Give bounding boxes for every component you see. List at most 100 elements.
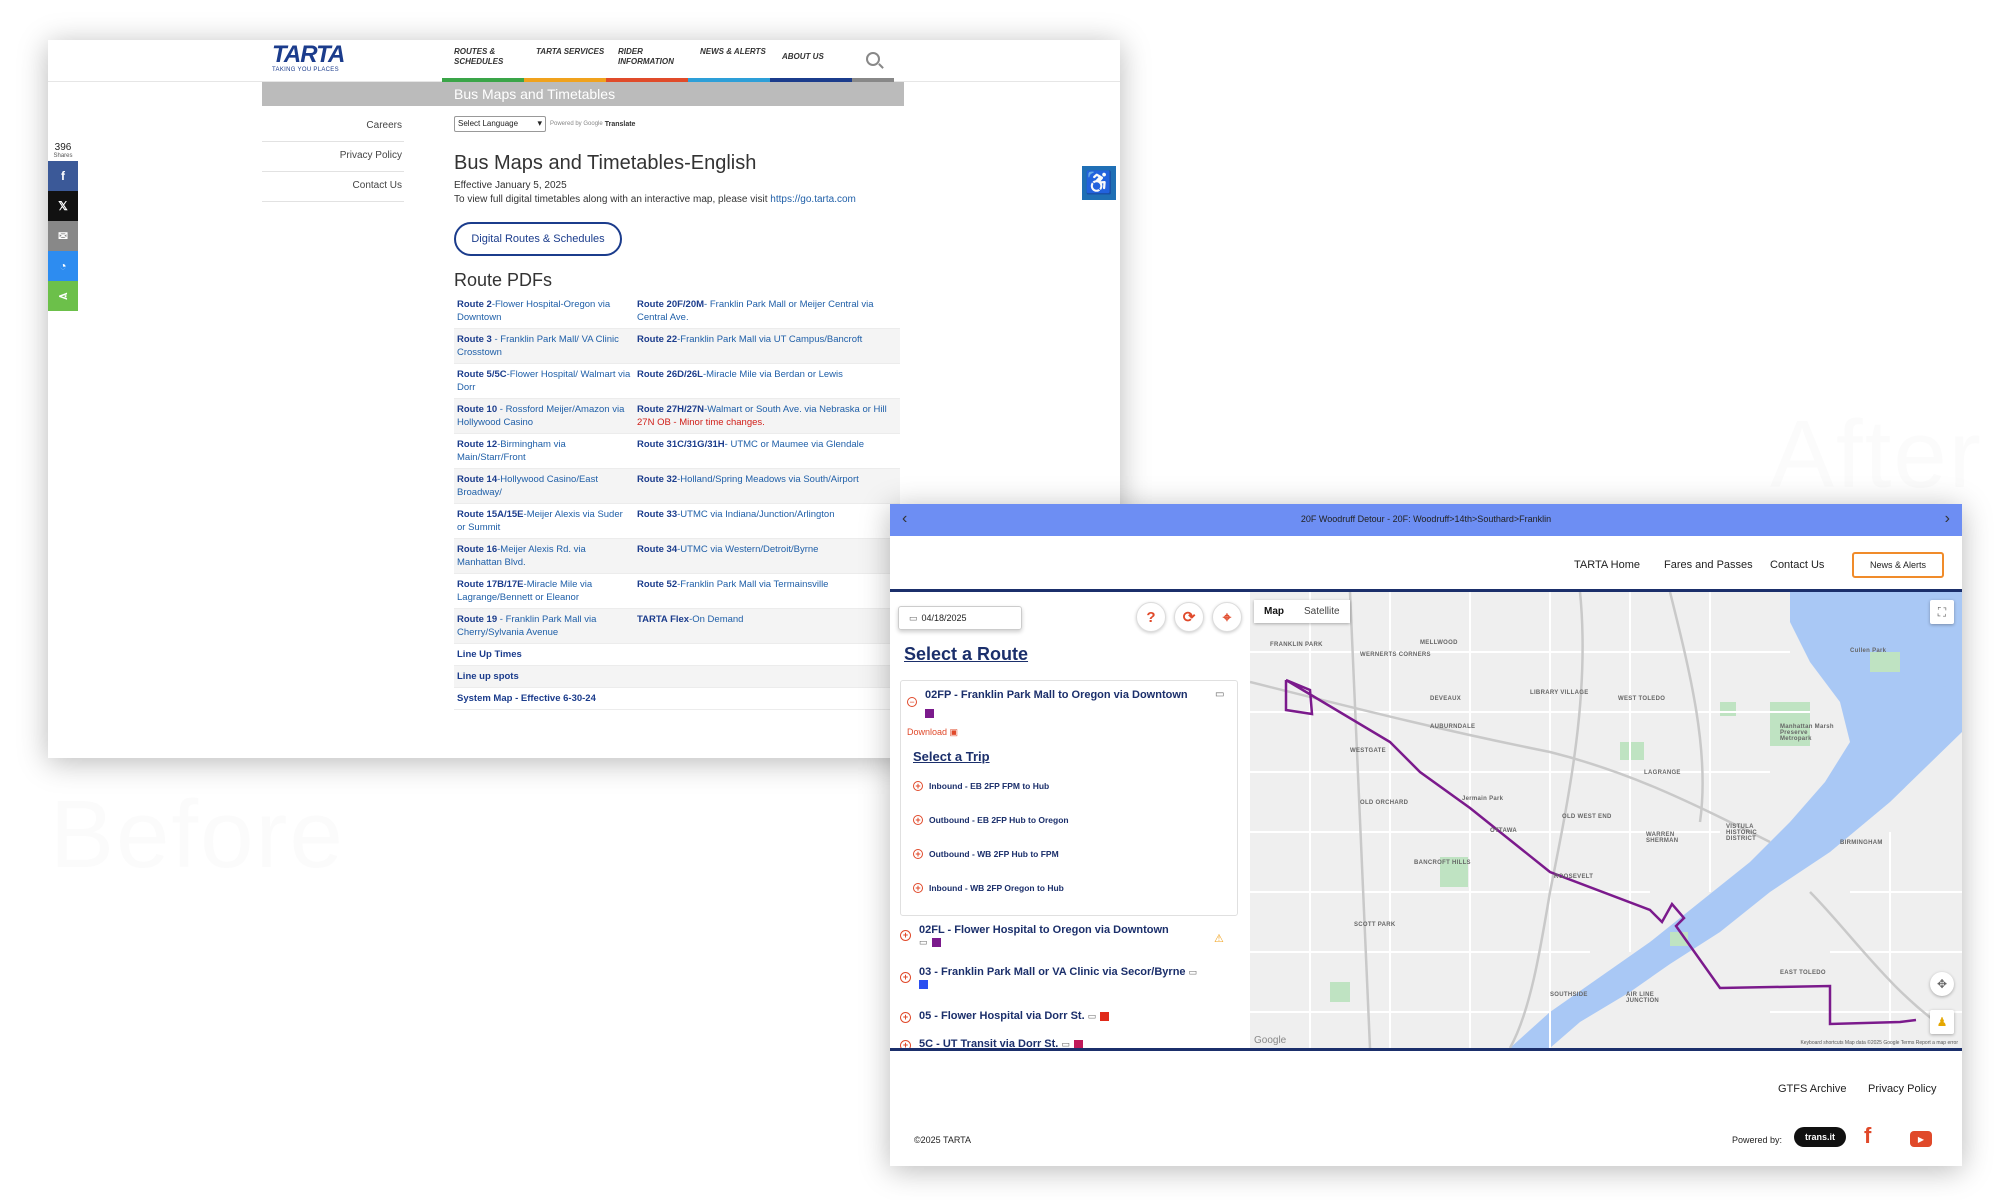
fullscreen-button[interactable]: ⛶: [1930, 600, 1954, 624]
trip-option[interactable]: + Outbound - EB 2FP Hub to Oregon: [913, 815, 1069, 825]
nav-tarta-services[interactable]: TARTA SERVICES: [524, 40, 606, 82]
route-name[interactable]: 02FP - Franklin Park Mall to Oregon via …: [925, 689, 1188, 701]
route-link[interactable]: Route 14-Hollywood Casino/East Broadway/: [454, 469, 634, 503]
street-view-button[interactable]: ♟: [1930, 1010, 1954, 1034]
after-footer: GTFS Archive Privacy Policy ©2025 TARTA …: [890, 1048, 1962, 1166]
route-list-item[interactable]: +5C - UT Transit via Dorr St. ▭: [900, 1038, 1083, 1048]
sidebar-item-careers[interactable]: Careers: [262, 112, 404, 142]
route-link[interactable]: Route 32-Holland/Spring Meadows via Sout…: [634, 469, 900, 503]
table-row: Route 3 - Franklin Park Mall/ VA Clinic …: [454, 329, 900, 364]
route-link[interactable]: Route 31C/31G/31H- UTMC or Maumee via Gl…: [634, 434, 900, 468]
route-link[interactable]: Route 3 - Franklin Park Mall/ VA Clinic …: [454, 329, 634, 363]
tab-map[interactable]: Map: [1254, 600, 1294, 623]
route-link[interactable]: Route 10 - Rossford Meijer/Amazon via Ho…: [454, 399, 634, 433]
help-icon: ?: [1146, 608, 1156, 626]
route-link[interactable]: Route 16-Meijer Alexis Rd. via Manhattan…: [454, 539, 634, 573]
route-pdfs-heading: Route PDFs: [454, 270, 553, 290]
recenter-icon: ✥: [1936, 977, 1948, 991]
nav-rider-information[interactable]: RIDER INFORMATION: [606, 40, 688, 82]
date-picker[interactable]: ▭ 04/18/2025: [898, 606, 1022, 630]
route-list-item[interactable]: +05 - Flower Hospital via Dorr St. ▭: [900, 1010, 1110, 1023]
route-link[interactable]: Route 34-UTMC via Western/Detroit/Byrne: [634, 539, 900, 573]
refresh-button[interactable]: ⟳: [1174, 602, 1204, 632]
route-link[interactable]: Route 5/5C-Flower Hospital/ Walmart via …: [454, 364, 634, 398]
x-share-button[interactable]: 𝕏: [48, 191, 78, 221]
trip-option[interactable]: + Inbound - EB 2FP FPM to Hub: [913, 781, 1049, 791]
bus-icon: ▭: [1215, 689, 1225, 700]
gtfs-archive-link[interactable]: GTFS Archive: [1778, 1083, 1846, 1095]
map-label: WEST TOLEDO: [1618, 696, 1666, 702]
youtube-icon[interactable]: ▶: [1910, 1131, 1932, 1147]
before-header: TARTA TAKING YOU PLACES ROUTES & SCHEDUL…: [48, 40, 1120, 82]
expand-icon: +: [900, 972, 911, 983]
facebook-icon[interactable]: f: [1864, 1123, 1871, 1149]
route-color-swatch: [925, 709, 934, 718]
tab-satellite[interactable]: Satellite: [1294, 600, 1350, 623]
share-count: 396: [54, 142, 72, 153]
line-up-spots-link[interactable]: Line up spots: [454, 666, 900, 687]
map-attribution[interactable]: Keyboard shortcuts Map data ©2025 Google…: [1800, 1040, 1958, 1046]
table-row: Route 17B/17E-Miracle Mile via Lagrange/…: [454, 574, 900, 609]
route-link[interactable]: Route 52-Franklin Park Mall via Termains…: [634, 574, 900, 608]
route-link[interactable]: Route 17B/17E-Miracle Mile via Lagrange/…: [454, 574, 634, 608]
locate-button[interactable]: ⌖: [1212, 602, 1242, 632]
route-list-item[interactable]: +02FL - Flower Hospital to Oregon via Do…: [900, 924, 1169, 948]
nav-contact-us[interactable]: Contact Us: [1770, 559, 1824, 571]
map-label: Jermain Park: [1462, 796, 1504, 802]
alert-text[interactable]: 20F Woodruff Detour - 20F: Woodruff>14th…: [890, 514, 1962, 524]
nav-about-us[interactable]: ABOUT US: [770, 40, 852, 82]
map-label: AIR LINE JUNCTION: [1626, 992, 1660, 1004]
table-row: Route 14-Hollywood Casino/East Broadway/…: [454, 469, 900, 504]
route-link[interactable]: Route 19 - Franklin Park Mall via Cherry…: [454, 609, 634, 643]
trip-option[interactable]: + Inbound - WB 2FP Oregon to Hub: [913, 883, 1064, 893]
search-button[interactable]: [852, 40, 894, 82]
sidebar-item-privacy[interactable]: Privacy Policy: [262, 142, 404, 172]
accessibility-button[interactable]: ♿: [1082, 166, 1116, 200]
email-share-button[interactable]: ✉: [48, 221, 78, 251]
route-link[interactable]: Route 33-UTMC via Indiana/Junction/Arlin…: [634, 504, 900, 538]
messenger-share-button[interactable]: ◔: [48, 251, 78, 281]
route-link[interactable]: Route 27H/27N-Walmart or South Ave. via …: [634, 399, 900, 433]
help-button[interactable]: ?: [1136, 602, 1166, 632]
route-link[interactable]: Route 15A/15E-Meijer Alexis via Suder or…: [454, 504, 634, 538]
news-alerts-button[interactable]: News & Alerts: [1852, 552, 1944, 578]
download-link[interactable]: Download ▣: [907, 727, 958, 738]
go-tarta-link[interactable]: https://go.tarta.com: [770, 194, 856, 205]
route-map[interactable]: Map Satellite ⛶ ✥ ♟ FRANKLIN PARK MELLWO…: [1250, 592, 1962, 1048]
digital-routes-button[interactable]: Digital Routes & Schedules: [454, 222, 622, 256]
map-label: Manhattan Marsh Preserve Metropark: [1780, 724, 1834, 742]
facebook-share-button[interactable]: f: [48, 161, 78, 191]
sharethis-button[interactable]: ⋖: [48, 281, 78, 311]
line-up-times-link[interactable]: Line Up Times: [454, 644, 900, 665]
map-label: EAST TOLEDO: [1780, 970, 1826, 976]
map-label: DEVEAUX: [1430, 696, 1462, 702]
table-row: Route 16-Meijer Alexis Rd. via Manhattan…: [454, 539, 900, 574]
x-icon: 𝕏: [58, 199, 68, 213]
system-map-link[interactable]: System Map - Effective 6-30-24: [454, 688, 900, 709]
page-title: Bus Maps and Timetables-English: [454, 152, 757, 174]
recenter-button[interactable]: ✥: [1930, 972, 1954, 996]
route-link[interactable]: Route 20F/20M- Franklin Park Mall or Mei…: [634, 294, 900, 328]
transit-logo[interactable]: trans.it: [1794, 1127, 1846, 1147]
sidebar-item-contact[interactable]: Contact Us: [262, 172, 404, 202]
sidebar: Careers Privacy Policy Contact Us: [262, 112, 404, 202]
route-link[interactable]: Route 26D/26L-Miracle Mile via Berdan or…: [634, 364, 900, 398]
collapse-icon[interactable]: −: [907, 697, 917, 707]
route-link[interactable]: TARTA Flex-On Demand: [634, 609, 900, 643]
nav-tarta-home[interactable]: TARTA Home: [1574, 559, 1640, 571]
route-link[interactable]: Route 22-Franklin Park Mall via UT Campu…: [634, 329, 900, 363]
privacy-policy-link[interactable]: Privacy Policy: [1868, 1083, 1936, 1095]
language-select[interactable]: Select Language: [454, 116, 546, 132]
map-label: SCOTT PARK: [1354, 922, 1396, 928]
nav-routes-schedules[interactable]: ROUTES & SCHEDULES: [442, 40, 524, 82]
alert-next-button[interactable]: ›: [1945, 510, 1950, 528]
tarta-logo[interactable]: TARTA TAKING YOU PLACES: [272, 43, 352, 74]
route-link[interactable]: Route 2-Flower Hospital-Oregon via Downt…: [454, 294, 634, 328]
route-list-item[interactable]: +03 - Franklin Park Mall or VA Clinic vi…: [900, 966, 1197, 990]
route-link[interactable]: Route 12-Birmingham via Main/Starr/Front: [454, 434, 634, 468]
nav-fares-passes[interactable]: Fares and Passes: [1664, 559, 1753, 571]
nav-news-alerts[interactable]: NEWS & ALERTS: [688, 40, 770, 82]
map-label: WESTGATE: [1350, 748, 1386, 754]
trip-option[interactable]: + Outbound - WB 2FP Hub to FPM: [913, 849, 1059, 859]
select-trip-heading: Select a Trip: [913, 749, 990, 764]
